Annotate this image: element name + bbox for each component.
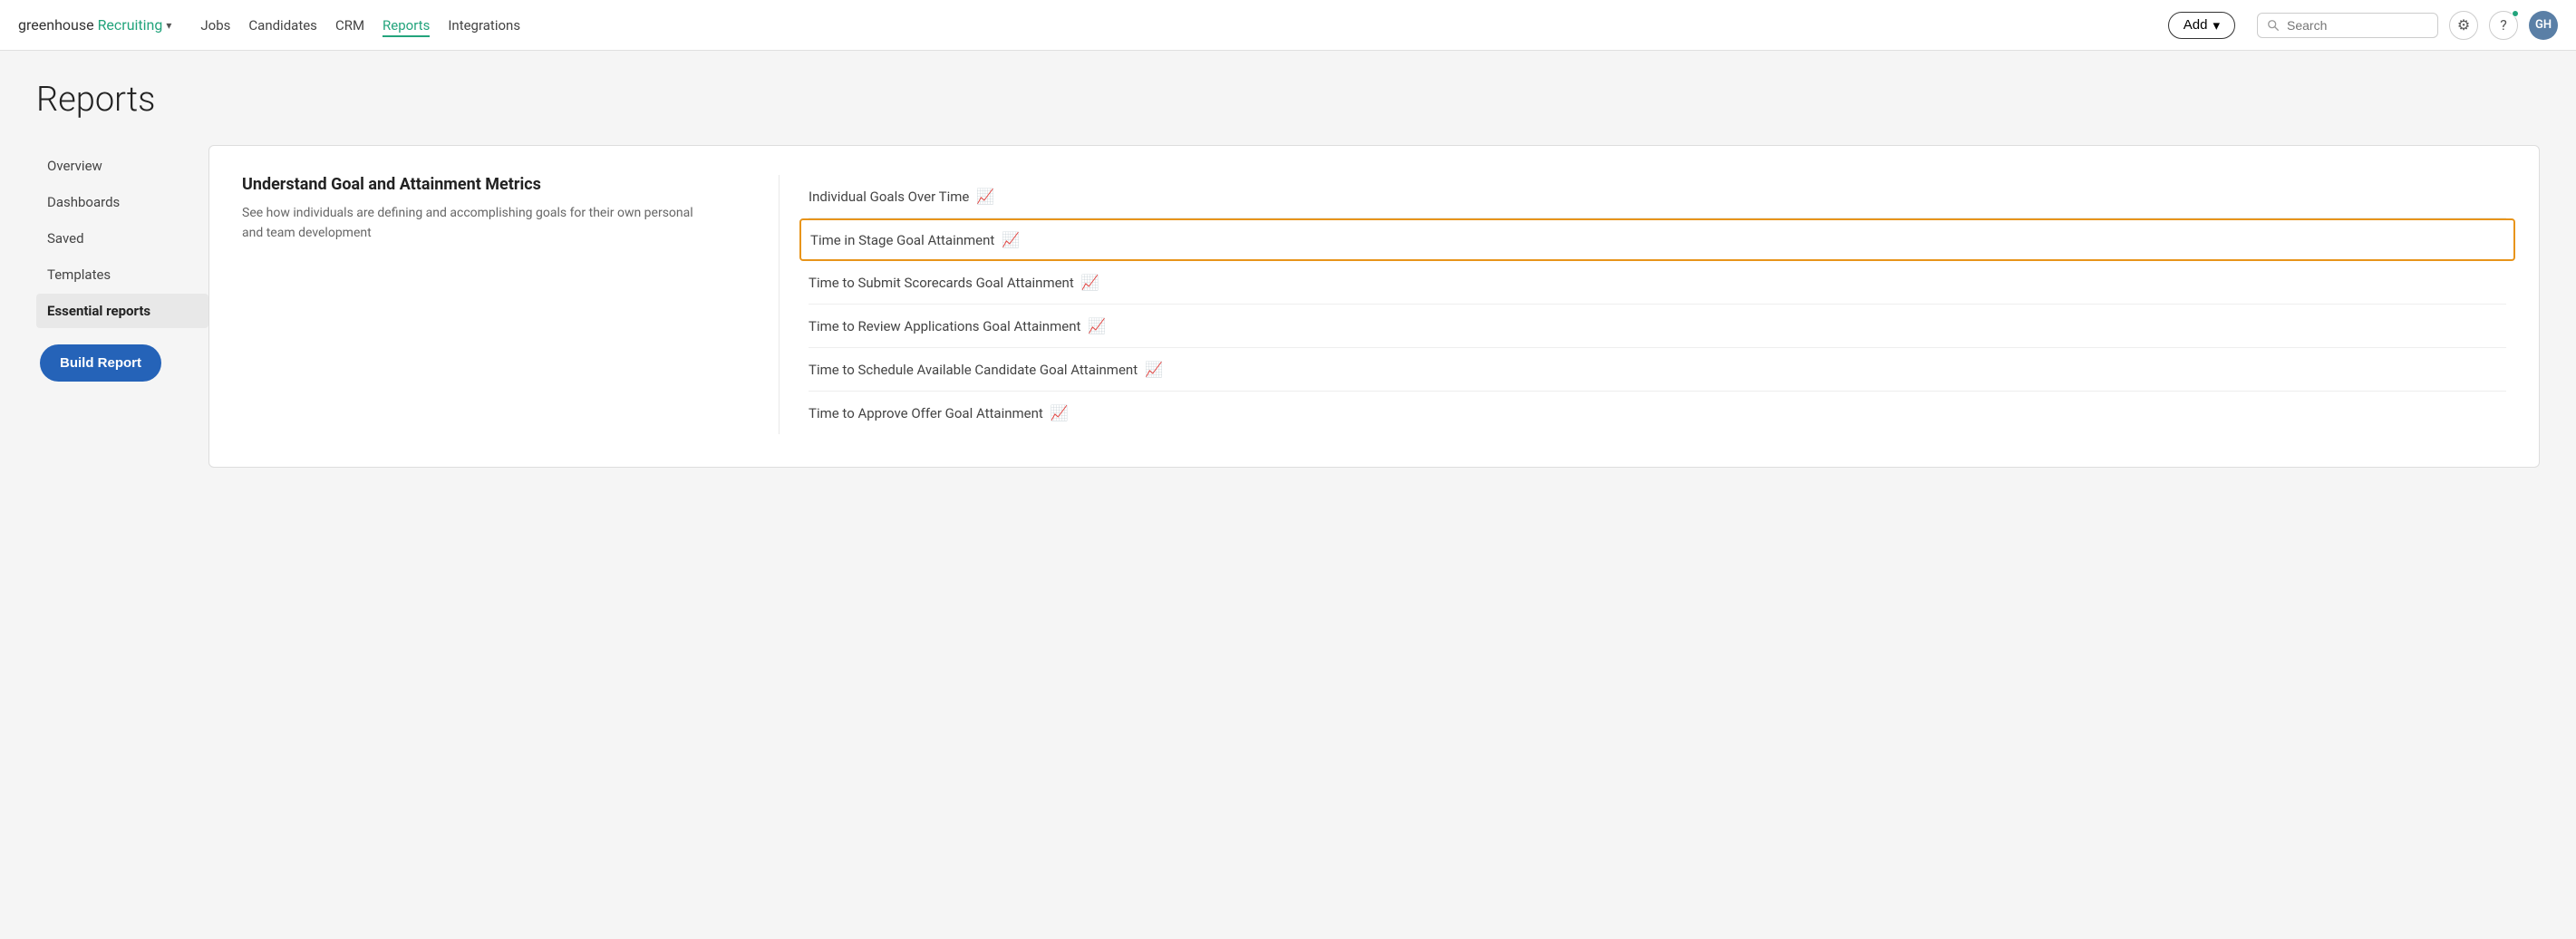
notification-badge: [2512, 10, 2519, 17]
nav-jobs[interactable]: Jobs: [200, 14, 230, 37]
main-panel-inner: Understand Goal and Attainment Metrics S…: [242, 175, 2506, 434]
report-item-0[interactable]: Individual Goals Over Time 📈: [809, 175, 2506, 218]
section-desc-line1: See how individuals are defining and acc…: [242, 206, 693, 220]
avatar[interactable]: GH: [2529, 11, 2558, 40]
section-description: See how individuals are defining and acc…: [242, 203, 750, 244]
search-box[interactable]: [2257, 13, 2438, 38]
add-button[interactable]: Add ▾: [2168, 12, 2235, 39]
chart-icon-1: 📈: [1002, 231, 1020, 248]
sidebar: Overview Dashboards Saved Templates Esse…: [36, 145, 208, 468]
report-label-1: Time in Stage Goal Attainment: [810, 232, 994, 248]
logo-greenhouse-text: greenhouse: [18, 16, 94, 34]
nav-crm[interactable]: CRM: [335, 14, 364, 37]
chart-icon-3: 📈: [1088, 317, 1106, 334]
settings-button[interactable]: ⚙: [2449, 11, 2478, 40]
nav-right: ⚙ ? GH: [2257, 11, 2558, 40]
report-item-3[interactable]: Time to Review Applications Goal Attainm…: [809, 305, 2506, 348]
section-title: Understand Goal and Attainment Metrics: [242, 175, 750, 194]
search-input[interactable]: [2287, 18, 2428, 33]
report-item-1[interactable]: Time in Stage Goal Attainment 📈: [799, 218, 2515, 261]
report-label-2: Time to Submit Scorecards Goal Attainmen…: [809, 275, 1074, 291]
nav-candidates[interactable]: Candidates: [248, 14, 317, 37]
chart-icon-2: 📈: [1081, 274, 1099, 291]
help-button[interactable]: ?: [2489, 11, 2518, 40]
build-report-button[interactable]: Build Report: [40, 344, 161, 382]
nav-integrations[interactable]: Integrations: [448, 14, 520, 37]
report-item-5[interactable]: Time to Approve Offer Goal Attainment 📈: [809, 392, 2506, 434]
nav-links: Jobs Candidates CRM Reports Integrations: [200, 14, 2145, 37]
chart-icon-5: 📈: [1051, 404, 1069, 421]
sidebar-item-dashboards[interactable]: Dashboards: [36, 185, 208, 219]
report-item-2[interactable]: Time to Submit Scorecards Goal Attainmen…: [809, 261, 2506, 305]
left-column: Understand Goal and Attainment Metrics S…: [242, 175, 750, 434]
page-title: Reports: [36, 80, 2540, 120]
report-label-3: Time to Review Applications Goal Attainm…: [809, 318, 1080, 334]
help-icon: ?: [2500, 16, 2507, 34]
report-item-4[interactable]: Time to Schedule Available Candidate Goa…: [809, 348, 2506, 392]
section-desc-line2: and team development: [242, 226, 372, 240]
gear-icon: ⚙: [2457, 16, 2470, 34]
main-panel: Understand Goal and Attainment Metrics S…: [208, 145, 2540, 468]
navbar: greenhouse Recruiting ▾ Jobs Candidates …: [0, 0, 2576, 51]
page-container: Reports Overview Dashboards Saved Templa…: [0, 51, 2576, 939]
nav-reports[interactable]: Reports: [383, 14, 430, 37]
sidebar-item-templates[interactable]: Templates: [36, 257, 208, 292]
chart-icon-0: 📈: [976, 188, 994, 205]
report-label-5: Time to Approve Offer Goal Attainment: [809, 405, 1043, 421]
report-label-4: Time to Schedule Available Candidate Goa…: [809, 362, 1138, 378]
search-icon: [2267, 18, 2280, 33]
sidebar-item-saved[interactable]: Saved: [36, 221, 208, 256]
logo[interactable]: greenhouse Recruiting ▾: [18, 16, 171, 34]
sidebar-item-essential-reports[interactable]: Essential reports: [36, 294, 208, 328]
content-layout: Overview Dashboards Saved Templates Esse…: [36, 145, 2540, 468]
logo-dropdown-icon[interactable]: ▾: [166, 19, 171, 32]
right-column: Individual Goals Over Time 📈 Time in Sta…: [779, 175, 2506, 434]
sidebar-item-overview[interactable]: Overview: [36, 149, 208, 183]
report-label-0: Individual Goals Over Time: [809, 189, 969, 205]
logo-recruiting-text: Recruiting: [98, 16, 163, 34]
chart-icon-4: 📈: [1145, 361, 1163, 378]
